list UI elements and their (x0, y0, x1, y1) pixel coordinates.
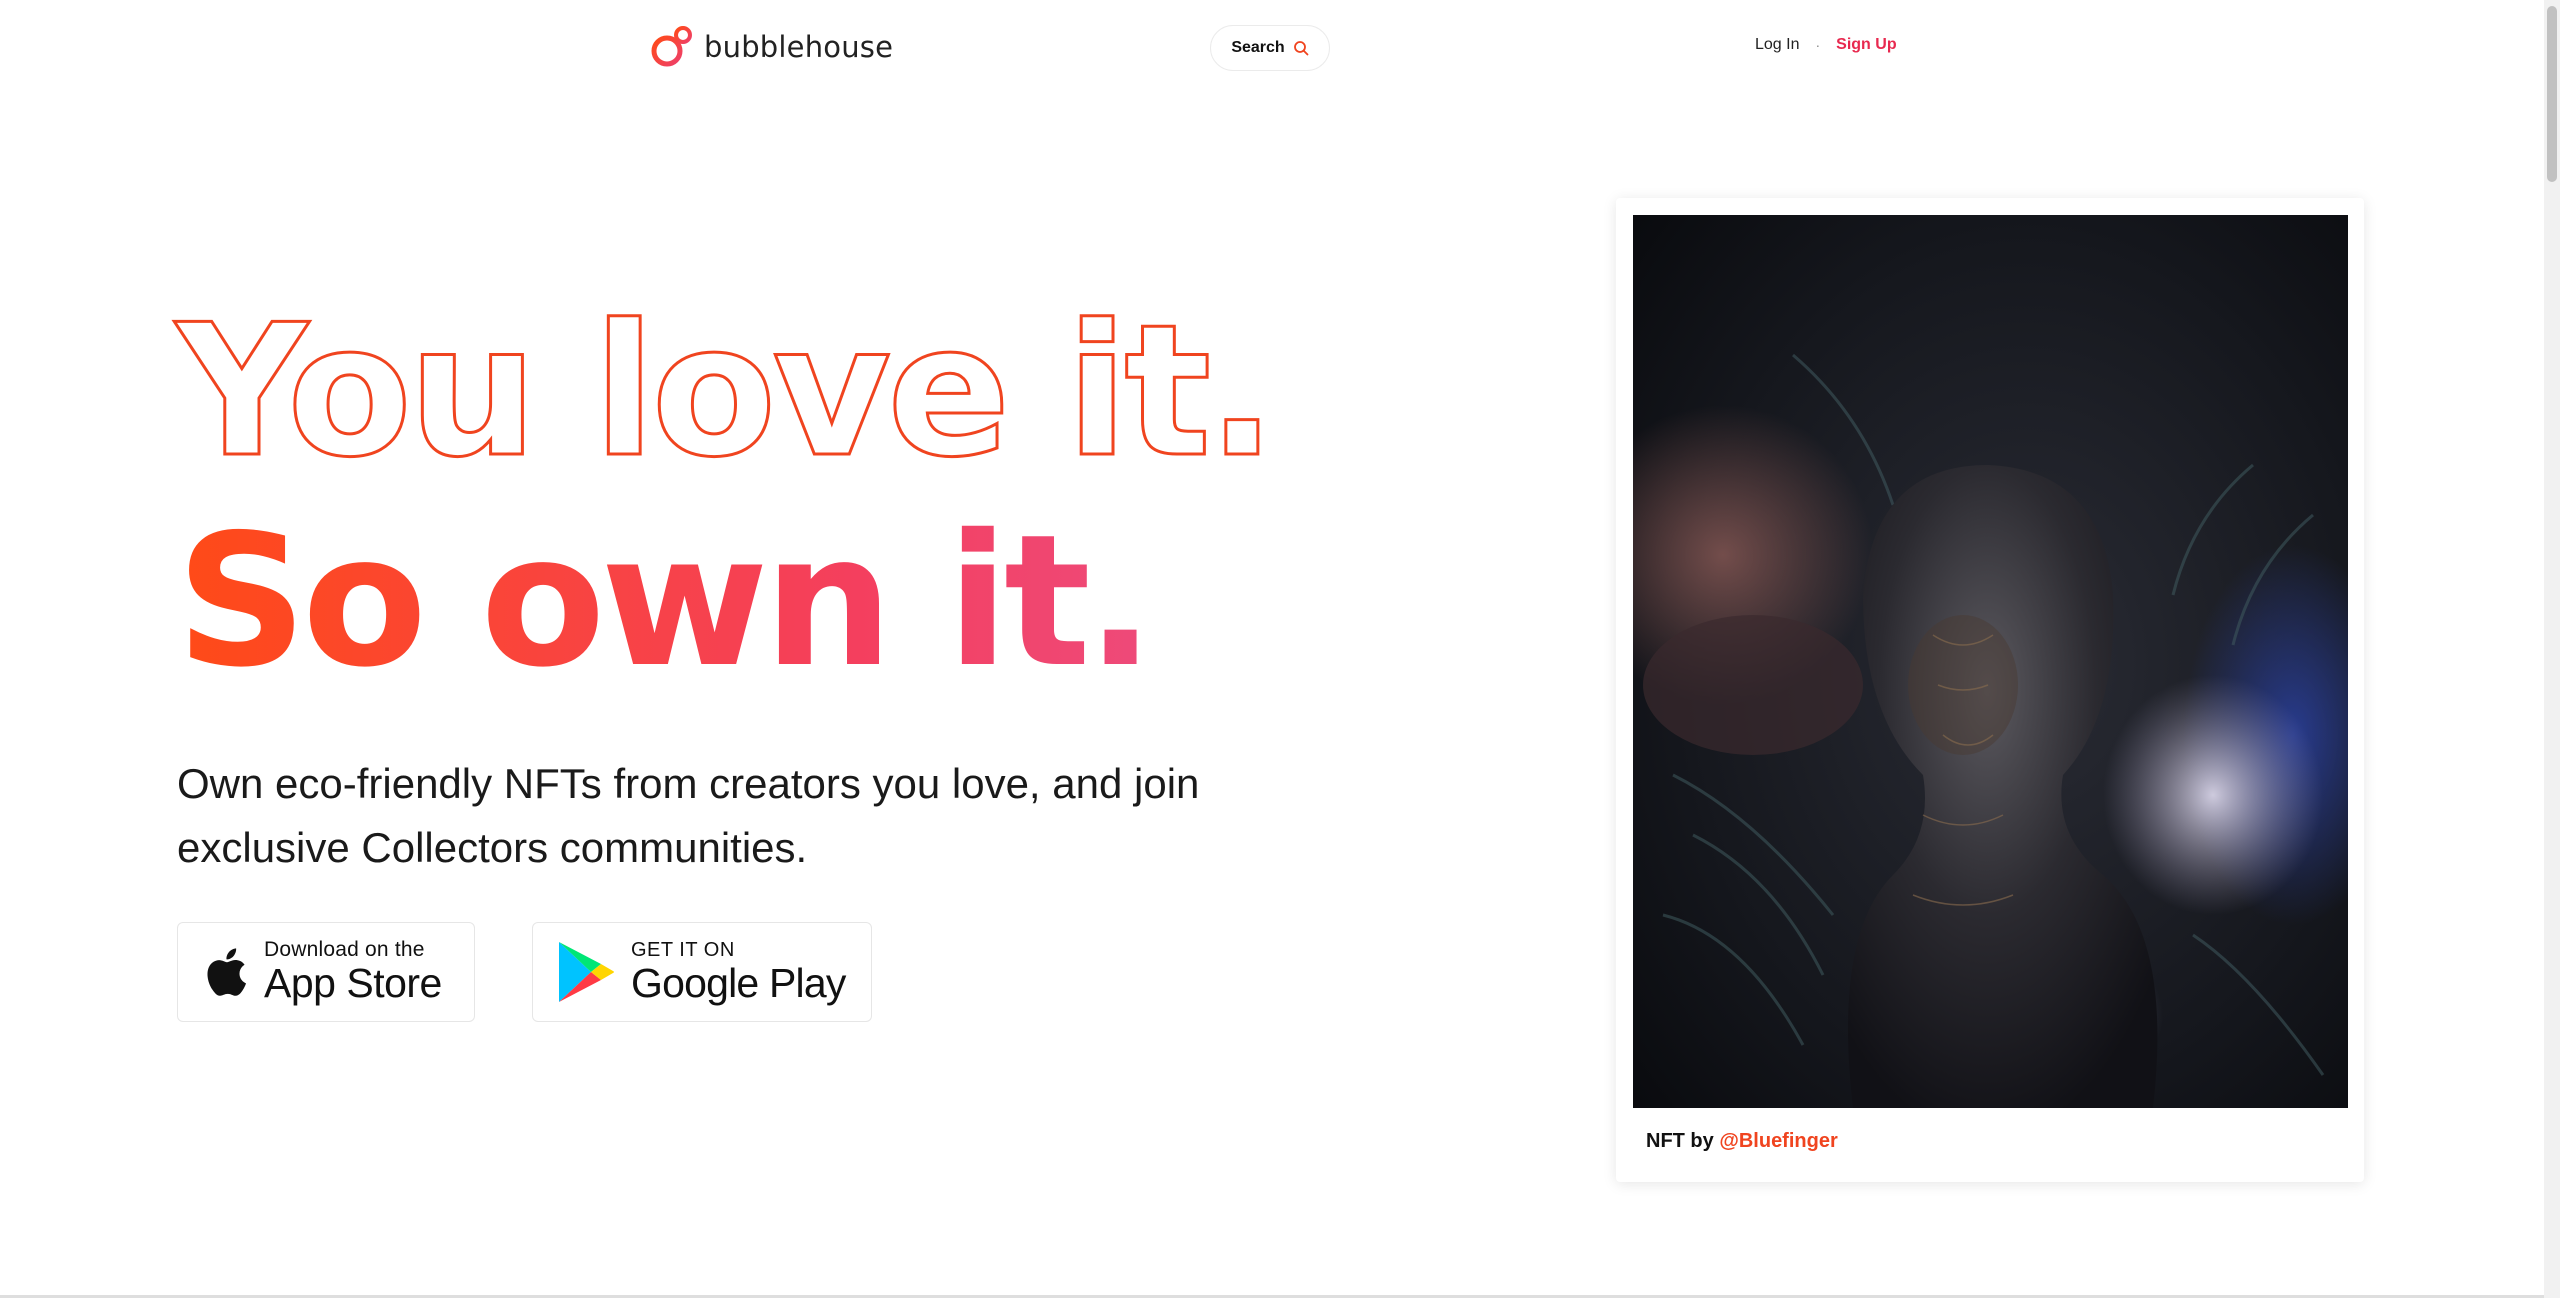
nft-card[interactable]: NFT by @Bluefinger (1616, 198, 2364, 1182)
google-play-button[interactable]: GET IT ON Google Play (532, 922, 872, 1022)
app-store-small-text: Download on the (264, 938, 425, 961)
page-scrollbar[interactable] (2544, 0, 2560, 1298)
signup-link[interactable]: Sign Up (1836, 36, 1896, 54)
auth-separator: · (1815, 37, 1821, 53)
search-label: Search (1231, 39, 1285, 56)
nft-artwork-image[interactable] (1633, 215, 2348, 1108)
app-store-big-text: App Store (264, 960, 442, 1006)
search-button[interactable]: Search (1210, 25, 1330, 71)
nft-artwork-illustration (1633, 215, 2348, 1108)
page: bubblehouse Search Log In · Sign Up You … (0, 0, 2560, 1298)
nft-creator-link[interactable]: @Bluefinger (1719, 1130, 1837, 1152)
hero-subtitle: Own eco-friendly NFTs from creators you … (177, 760, 1200, 871)
logo[interactable]: bubblehouse (650, 24, 893, 70)
google-play-icon (557, 940, 615, 1004)
headline-outline: You love it. (174, 285, 1277, 497)
auth-links: Log In · Sign Up (1755, 36, 1897, 54)
google-play-small-text: GET IT ON (631, 939, 735, 961)
app-store-button[interactable]: Download on the App Store (177, 922, 475, 1022)
google-play-big-text: Google Play (631, 960, 846, 1006)
login-link[interactable]: Log In (1755, 36, 1799, 54)
headline-gradient: So own it. (176, 495, 1155, 707)
apple-icon (202, 945, 248, 999)
bubblehouse-logo-icon (651, 26, 692, 67)
nft-caption-prefix: NFT by (1646, 1130, 1714, 1152)
search-icon (1293, 41, 1309, 56)
logo-text: bubblehouse (704, 30, 894, 64)
scrollbar-thumb[interactable] (2547, 6, 2557, 182)
nft-caption: NFT by @Bluefinger (1646, 1130, 1838, 1153)
